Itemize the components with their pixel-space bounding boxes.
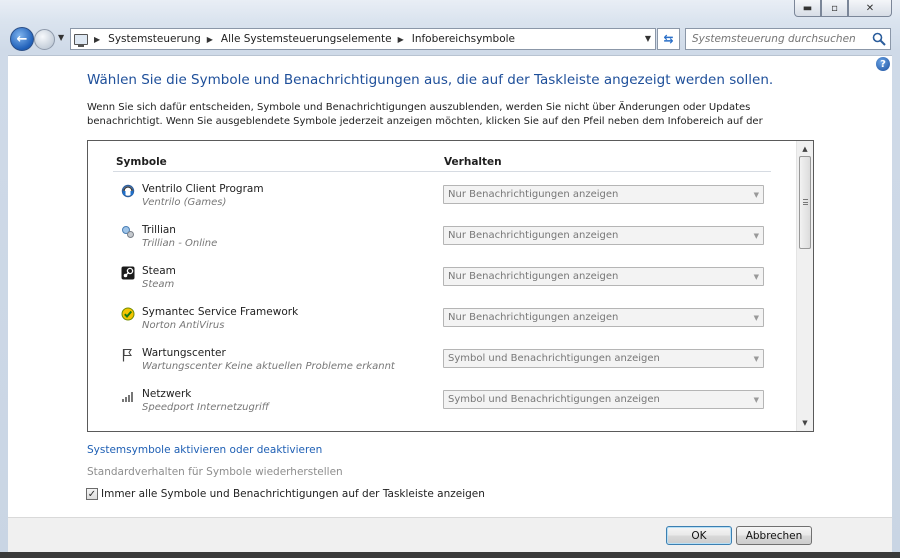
- list-item: Trillian Trillian - Online Nur Benachric…: [88, 219, 798, 260]
- list-item: Steam Steam Nur Benachrichtigungen anzei…: [88, 260, 798, 301]
- chevron-down-icon: ▼: [753, 314, 759, 322]
- breadcrumb-separator-icon[interactable]: ▶: [207, 35, 213, 44]
- app-status: Speedport Internetzugriff: [142, 402, 269, 413]
- behavior-value: Nur Benachrichtigungen anzeigen: [448, 189, 619, 200]
- app-name: Wartungscenter: [142, 347, 226, 359]
- trillian-icon: [121, 225, 135, 239]
- forward-button[interactable]: [34, 29, 55, 50]
- always-show-all-checkbox[interactable]: ✓: [86, 488, 98, 500]
- chevron-down-icon: ▼: [753, 396, 759, 404]
- search-box[interactable]: [685, 28, 891, 50]
- notification-icons-list: Symbole Verhalten Ventrilo Client Progra…: [87, 140, 814, 432]
- maximize-button[interactable]: ▫: [821, 0, 848, 17]
- breadcrumb-separator-icon[interactable]: ▶: [94, 35, 100, 44]
- column-header-symbols: Symbole: [116, 156, 167, 168]
- breadcrumb-alle-elemente[interactable]: Alle Systemsteuerungselemente: [221, 33, 392, 45]
- always-show-all-label[interactable]: Immer alle Symbole und Benachrichtigunge…: [101, 488, 485, 500]
- minimize-button[interactable]: ▬: [794, 0, 821, 17]
- app-status: Norton AntiVirus: [142, 320, 225, 331]
- search-icon[interactable]: [871, 31, 887, 47]
- app-name: Ventrilo Client Program: [142, 183, 264, 195]
- flag-icon: [121, 348, 135, 362]
- always-show-all-option[interactable]: ✓ Immer alle Symbole und Benachrichtigun…: [86, 488, 485, 500]
- behavior-value: Nur Benachrichtigungen anzeigen: [448, 271, 619, 282]
- ok-button[interactable]: OK: [666, 526, 732, 545]
- steam-icon: [121, 266, 135, 280]
- search-input[interactable]: [686, 29, 866, 49]
- control-panel-window: ▬ ▫ ✕ ← ▼ ▶ Systemsteuerung ▶ Alle Syste…: [0, 0, 900, 558]
- behavior-dropdown[interactable]: Nur Benachrichtigungen anzeigen ▼: [443, 308, 764, 327]
- app-name: Netzwerk: [142, 388, 192, 400]
- behavior-dropdown[interactable]: Symbol und Benachrichtigungen anzeigen ▼: [443, 390, 764, 409]
- behavior-dropdown[interactable]: Nur Benachrichtigungen anzeigen ▼: [443, 185, 764, 204]
- header-divider: [113, 171, 771, 172]
- caption-buttons: ▬ ▫ ✕: [794, 0, 892, 18]
- address-dropdown-icon[interactable]: ▼: [645, 34, 651, 43]
- cancel-button[interactable]: Abbrechen: [736, 526, 812, 545]
- behavior-value: Symbol und Benachrichtigungen anzeigen: [448, 353, 660, 364]
- norton-icon: [121, 307, 135, 321]
- list-item: Netzwerk Speedport Internetzugriff Symbo…: [88, 383, 798, 424]
- list-item: Ventrilo Client Program Ventrilo (Games)…: [88, 178, 798, 219]
- app-status: Wartungscenter Keine aktuellen Probleme …: [142, 361, 395, 372]
- behavior-dropdown[interactable]: Symbol und Benachrichtigungen anzeigen ▼: [443, 349, 764, 368]
- vertical-scrollbar[interactable]: ▲ ▼: [796, 141, 813, 431]
- chevron-down-icon: ▼: [753, 355, 759, 363]
- computer-icon: [74, 33, 88, 47]
- content-pane: ? Wählen Sie die Symbole und Benachricht…: [8, 55, 892, 517]
- breadcrumb-separator-icon[interactable]: ▶: [398, 35, 404, 44]
- list-item: Symantec Service Framework Norton AntiVi…: [88, 301, 798, 342]
- window-frame-bottom: [0, 552, 900, 558]
- refresh-button[interactable]: ⇆: [657, 28, 680, 50]
- scroll-down-icon[interactable]: ▼: [797, 415, 813, 431]
- refresh-icon: ⇆: [663, 32, 674, 46]
- chevron-down-icon: ▼: [753, 273, 759, 281]
- network-icon: [121, 389, 135, 403]
- breadcrumb-infobereichsymbole[interactable]: Infobereichsymbole: [412, 33, 515, 45]
- breadcrumb-systemsteuerung[interactable]: Systemsteuerung: [108, 33, 201, 45]
- back-button[interactable]: ←: [10, 27, 34, 51]
- checkmark-icon: ✓: [87, 488, 97, 500]
- restore-defaults-link: Standardverhalten für Symbole wiederhers…: [87, 466, 343, 478]
- address-bar[interactable]: ▶ Systemsteuerung ▶ Alle Systemsteuerung…: [70, 28, 656, 50]
- grip-icon: [803, 199, 808, 205]
- app-status: Ventrilo (Games): [142, 197, 227, 208]
- behavior-dropdown[interactable]: Nur Benachrichtigungen anzeigen ▼: [443, 226, 764, 245]
- app-name: Symantec Service Framework: [142, 306, 299, 318]
- help-icon[interactable]: ?: [876, 57, 890, 71]
- behavior-value: Symbol und Benachrichtigungen anzeigen: [448, 394, 660, 405]
- navigation-bar: ← ▼ ▶ Systemsteuerung ▶ Alle Systemsteue…: [0, 24, 900, 54]
- app-status: Steam: [142, 279, 175, 290]
- system-icons-link[interactable]: Systemsymbole aktivieren oder deaktivier…: [87, 444, 322, 456]
- chevron-down-icon: ▼: [753, 232, 759, 240]
- behavior-value: Nur Benachrichtigungen anzeigen: [448, 312, 619, 323]
- behavior-value: Nur Benachrichtigungen anzeigen: [448, 230, 619, 241]
- recent-pages-dropdown-icon[interactable]: ▼: [58, 33, 64, 42]
- headset-icon: [121, 184, 135, 198]
- page-description: Wenn Sie sich dafür entscheiden, Symbole…: [87, 102, 763, 127]
- scrollbar-thumb[interactable]: [799, 156, 811, 249]
- list-item: Wartungscenter Wartungscenter Keine aktu…: [88, 342, 798, 383]
- app-name: Steam: [142, 265, 176, 277]
- page-title: Wählen Sie die Symbole und Benachrichtig…: [87, 72, 774, 88]
- app-status: Trillian - Online: [142, 238, 218, 249]
- close-button[interactable]: ✕: [848, 0, 892, 17]
- scroll-up-icon[interactable]: ▲: [797, 141, 813, 157]
- behavior-dropdown[interactable]: Nur Benachrichtigungen anzeigen ▼: [443, 267, 764, 286]
- column-header-behavior: Verhalten: [444, 156, 502, 168]
- app-name: Trillian: [142, 224, 176, 236]
- chevron-down-icon: ▼: [753, 191, 759, 199]
